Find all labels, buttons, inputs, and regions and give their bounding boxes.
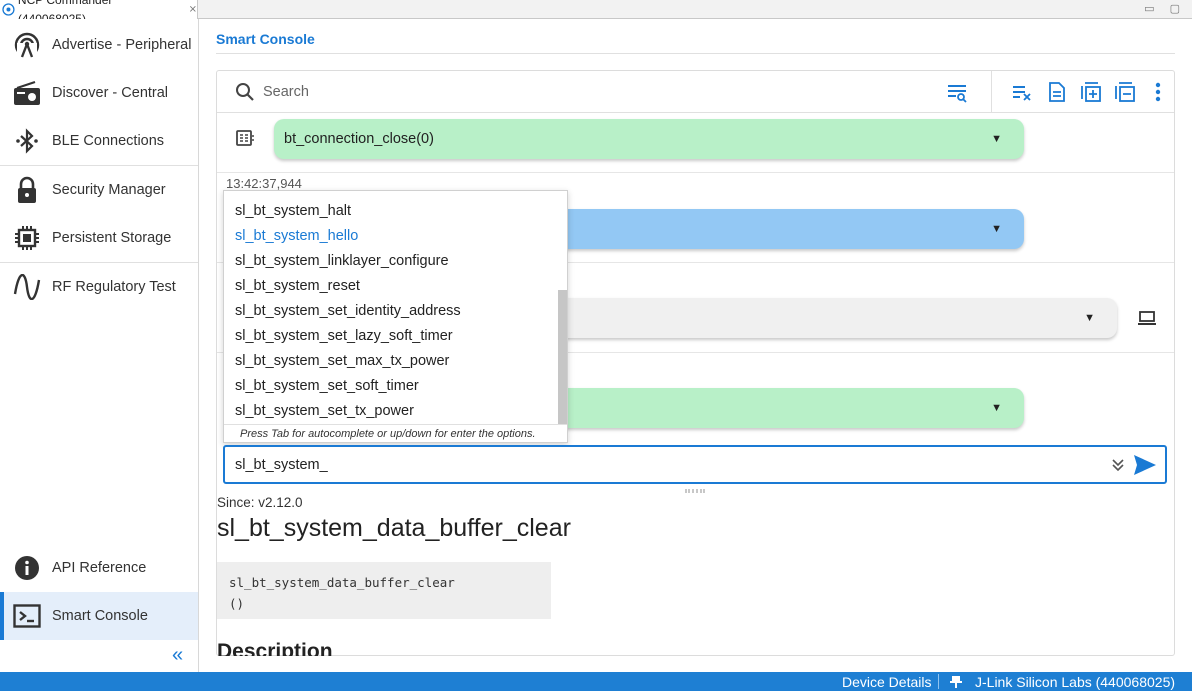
- page-title: Smart Console: [216, 31, 315, 47]
- command-input[interactable]: sl_bt_system_: [223, 445, 1167, 484]
- sidebar-item-advertise[interactable]: Advertise - Peripheral: [0, 21, 198, 69]
- sidebar-item-api-reference[interactable]: API Reference: [0, 544, 198, 592]
- broadcast-icon: [13, 31, 41, 59]
- sidebar-item-rf-regulatory-test[interactable]: RF Regulatory Test: [0, 263, 198, 311]
- sidebar-item-label: Advertise - Peripheral: [52, 37, 192, 53]
- title-divider: [216, 53, 1175, 54]
- sidebar-item-label: Persistent Storage: [52, 230, 172, 246]
- command-text: bt_connection_close(0): [284, 131, 434, 147]
- ncp-app-icon: [2, 3, 15, 16]
- editor-tab-bar: NCP Commander (440068025) ⨯ ▭ ▢: [0, 0, 1192, 26]
- command-icon: [236, 130, 254, 146]
- collapse-all-icon[interactable]: [1113, 80, 1137, 104]
- radio-icon: [13, 79, 41, 107]
- search-input[interactable]: Search: [263, 84, 309, 100]
- sidebar-item-label: Smart Console: [52, 608, 148, 624]
- sidebar-item-discover[interactable]: Discover - Central: [0, 69, 198, 117]
- since-version: Since: v2.12.0: [217, 495, 303, 510]
- search-icon: [236, 83, 254, 101]
- ncp-commander-tab[interactable]: NCP Commander (440068025) ⨯: [0, 0, 198, 26]
- console-row: bt_connection_close(0) ▼: [217, 113, 1174, 173]
- send-icon[interactable]: [1133, 454, 1157, 476]
- resize-handle[interactable]: [685, 489, 705, 493]
- console-toolbar: Search: [217, 71, 1174, 113]
- tab-close-icon[interactable]: ⨯: [189, 0, 197, 19]
- autocomplete-option[interactable]: sl_bt_system_set_tx_power: [235, 403, 414, 419]
- export-file-icon[interactable]: [1045, 80, 1069, 104]
- autocomplete-option[interactable]: sl_bt_system_linklayer_configure: [235, 253, 449, 269]
- autocomplete-option[interactable]: sl_bt_system_set_identity_address: [235, 303, 461, 319]
- status-divider: [938, 674, 939, 689]
- code-line: (): [229, 596, 245, 611]
- sidebar-item-smart-console[interactable]: Smart Console: [0, 592, 198, 640]
- sidebar-item-persistent-storage[interactable]: Persistent Storage: [0, 214, 198, 262]
- code-line: sl_bt_system_data_buffer_clear: [229, 575, 455, 590]
- autocomplete-option[interactable]: sl_bt_system_halt: [235, 203, 351, 219]
- collapse-sidebar-icon[interactable]: «: [172, 644, 183, 667]
- filter-search-icon[interactable]: [945, 80, 969, 104]
- sidebar-item-security-manager[interactable]: Security Manager: [0, 166, 198, 214]
- sidebar-item-label: Security Manager: [52, 182, 166, 198]
- timestamp: 13:42:37,944: [226, 176, 302, 191]
- expand-down-icon[interactable]: [1111, 458, 1125, 472]
- autocomplete-option[interactable]: sl_bt_system_set_lazy_soft_timer: [235, 328, 453, 344]
- chevron-down-icon[interactable]: ▼: [991, 388, 1002, 428]
- chevron-down-icon[interactable]: ▼: [991, 209, 1002, 249]
- clear-log-icon[interactable]: [1010, 80, 1034, 104]
- autocomplete-option[interactable]: sl_bt_system_set_soft_timer: [235, 378, 419, 394]
- more-options-icon[interactable]: [1146, 80, 1170, 104]
- lock-icon: [13, 176, 41, 204]
- chevron-down-icon[interactable]: ▼: [991, 119, 1002, 159]
- window-controls[interactable]: ▭ ▢: [1144, 2, 1186, 15]
- sidebar: Advertise - Peripheral Discover - Centra…: [0, 19, 199, 672]
- autocomplete-option[interactable]: sl_bt_system_reset: [235, 278, 360, 294]
- autocomplete-dropdown: sl_bt_system_halt sl_bt_system_hello sl_…: [223, 190, 568, 443]
- sidebar-item-label: API Reference: [52, 560, 147, 576]
- laptop-icon: [1138, 311, 1156, 325]
- autocomplete-hint: Press Tab for autocomplete or up/down fo…: [224, 424, 567, 442]
- terminal-icon: [13, 602, 41, 630]
- device-details-link[interactable]: Device Details: [842, 673, 931, 691]
- info-icon: [13, 554, 41, 582]
- bluetooth-icon: [13, 127, 41, 155]
- pin-icon: [950, 676, 962, 688]
- description-heading: Description: [217, 640, 333, 656]
- sidebar-item-ble-connections[interactable]: BLE Connections: [0, 117, 198, 165]
- dropdown-scrollbar[interactable]: [558, 290, 567, 424]
- chevron-down-icon[interactable]: ▼: [1084, 298, 1095, 338]
- sidebar-item-label: BLE Connections: [52, 133, 165, 149]
- chip-icon: [13, 224, 41, 252]
- autocomplete-option[interactable]: sl_bt_system_set_max_tx_power: [235, 353, 449, 369]
- sidebar-item-label: RF Regulatory Test: [52, 279, 176, 295]
- command-pill[interactable]: bt_connection_close(0) ▼: [274, 119, 1024, 159]
- toolbar-divider: [991, 71, 992, 113]
- status-bar: Device Details J-Link Silicon Labs (4400…: [0, 672, 1192, 691]
- sidebar-item-label: Discover - Central: [52, 85, 169, 101]
- api-title: sl_bt_system_data_buffer_clear: [217, 514, 571, 542]
- sine-wave-icon: [13, 273, 41, 301]
- autocomplete-option[interactable]: sl_bt_system_hello: [235, 228, 358, 244]
- connection-status[interactable]: J-Link Silicon Labs (440068025): [975, 673, 1175, 691]
- expand-all-icon[interactable]: [1079, 80, 1103, 104]
- command-input-value: sl_bt_system_: [235, 457, 328, 473]
- code-signature: sl_bt_system_data_buffer_clear (): [217, 562, 551, 619]
